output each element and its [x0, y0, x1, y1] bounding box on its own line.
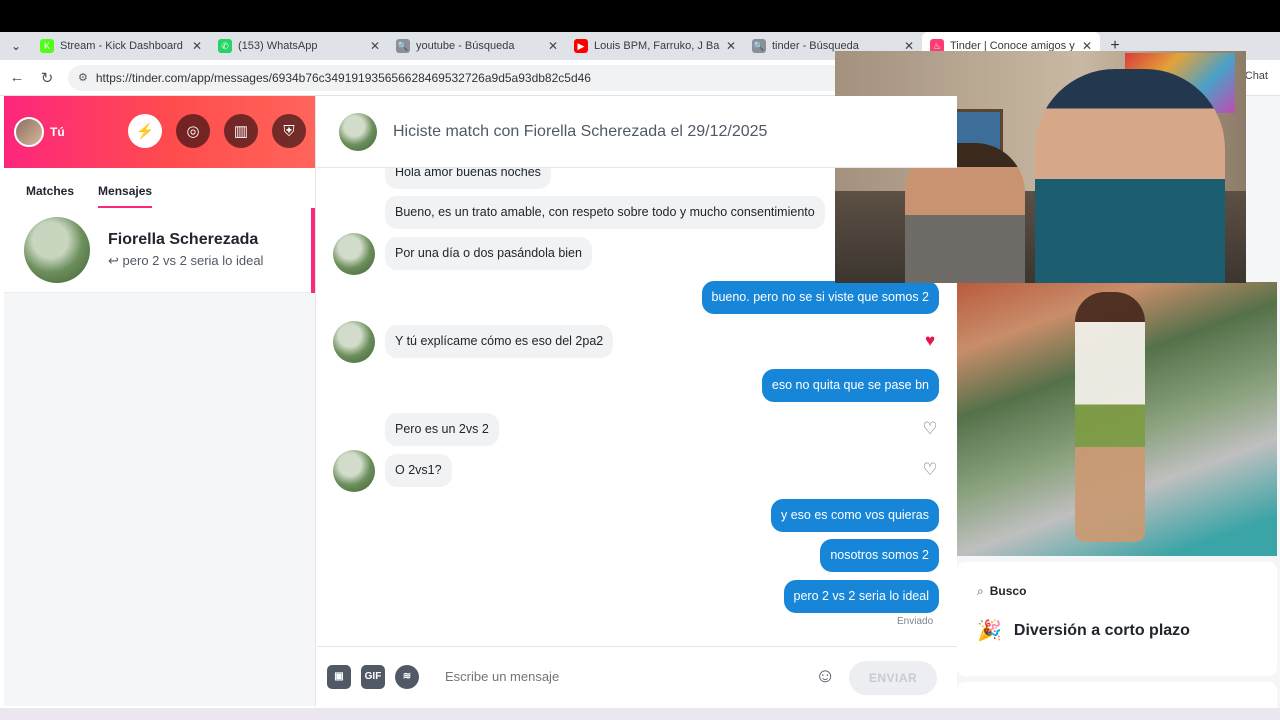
chat-button[interactable]: Chat: [1245, 70, 1268, 82]
active-conversation-indicator: [311, 208, 315, 293]
like-heart-icon[interactable]: ♡: [921, 420, 939, 438]
reload-icon[interactable]: ↻: [34, 69, 60, 87]
tab-favicon-icon: 🔍: [396, 39, 410, 53]
my-name[interactable]: Tú: [50, 125, 65, 139]
sidebar-tabs: Matches Mensajes: [4, 168, 315, 208]
shield-icon[interactable]: ⛨: [272, 114, 306, 148]
webcam-person-right: [1035, 69, 1225, 283]
looking-for-label: ⌕ Busco: [977, 584, 1026, 599]
back-icon[interactable]: ←: [4, 69, 30, 86]
tab-favicon-icon: K: [40, 39, 54, 53]
tab-matches[interactable]: Matches: [26, 184, 74, 208]
looking-for-value-text: Diversión a corto plazo: [1013, 621, 1190, 639]
tab-title: Stream - Kick Dashboard: [60, 40, 183, 52]
outgoing-message[interactable]: pero 2 vs 2 seria lo ideal: [783, 580, 939, 613]
sender-avatar[interactable]: [333, 321, 375, 363]
gif-button[interactable]: GIF: [361, 664, 385, 689]
message-composer: ▣ GIF ≋ ☺ ENVIAR: [317, 646, 957, 706]
sent-status: Enviado: [897, 616, 934, 627]
conversation-avatar: [24, 217, 90, 283]
looking-for-label-text: Busco: [989, 584, 1027, 598]
tab-search-menu-icon[interactable]: ⌄: [0, 32, 32, 60]
browser-tab[interactable]: ✆ (153) WhatsApp ✕: [210, 32, 388, 60]
liked-heart-icon[interactable]: ♥: [921, 332, 939, 350]
sender-avatar[interactable]: [333, 450, 375, 492]
outgoing-message[interactable]: y eso es como vos quieras: [771, 499, 939, 532]
header-icons: ⚡ ◎ ▥ ⛨: [128, 114, 306, 148]
tab-close-icon[interactable]: ✕: [370, 39, 380, 53]
explore-icon[interactable]: ◎: [176, 114, 210, 148]
tab-close-icon[interactable]: ✕: [548, 39, 558, 53]
search-icon: ⌕: [977, 584, 984, 598]
tab-close-icon[interactable]: ✕: [192, 39, 202, 53]
conversation-last-message-text: pero 2 vs 2 seria lo ideal: [122, 253, 264, 268]
browser-tab[interactable]: 🔍 youtube - Búsqueda ✕: [388, 32, 566, 60]
briefcase-icon[interactable]: ▥: [224, 114, 258, 148]
outgoing-message[interactable]: bueno. pero no se si viste que somos 2: [701, 281, 939, 314]
profile-photo[interactable]: [957, 282, 1277, 556]
sender-avatar[interactable]: [333, 233, 375, 275]
like-heart-icon[interactable]: ♡: [921, 461, 939, 479]
incoming-message[interactable]: Bueno, es un trato amable, con respeto s…: [385, 196, 825, 229]
send-button[interactable]: ENVIAR: [849, 661, 937, 695]
conversation-name: Fiorella Scherezada: [108, 231, 259, 248]
url-field[interactable]: ⚙ https://tinder.com/app/messages/6934b7…: [68, 64, 848, 91]
tab-favicon-icon: ✆: [218, 39, 232, 53]
tab-title: youtube - Búsqueda: [416, 40, 515, 52]
my-avatar[interactable]: [14, 117, 44, 147]
looking-for-card: ⌕ Busco 🎉 Diversión a corto plazo: [957, 562, 1277, 676]
tab-title: (153) WhatsApp: [238, 40, 318, 52]
site-info-icon[interactable]: ⚙: [78, 71, 88, 84]
incoming-message[interactable]: Por una día o dos pasándola bien: [385, 237, 592, 270]
browser-tab[interactable]: ▶ Louis BPM, Farruko, J Bal ✕: [566, 32, 744, 60]
party-popper-icon: 🎉: [977, 620, 1002, 642]
contact-card-icon[interactable]: ▣: [327, 664, 351, 689]
sidebar-header: Tú ⚡ ◎ ▥ ⛨: [4, 96, 315, 168]
spotify-icon[interactable]: ≋: [395, 664, 419, 689]
outgoing-message[interactable]: nosotros somos 2: [820, 539, 939, 572]
boost-icon[interactable]: ⚡: [128, 114, 162, 148]
tab-favicon-icon: 🔍: [752, 39, 766, 53]
tab-favicon-icon: ▶: [574, 39, 588, 53]
incoming-message[interactable]: Hola amor buenas noches: [385, 168, 551, 189]
conversation-item[interactable]: Fiorella Scherezada ↩ pero 2 vs 2 seria …: [4, 208, 315, 293]
looking-for-value: 🎉 Diversión a corto plazo: [977, 618, 1190, 643]
match-avatar[interactable]: [339, 112, 377, 151]
emoji-icon[interactable]: ☺: [815, 665, 835, 688]
tab-close-icon[interactable]: ✕: [726, 39, 736, 53]
incoming-message[interactable]: Y tú explícame cómo es eso del 2pa2: [385, 325, 614, 358]
tab-messages[interactable]: Mensajes: [98, 184, 153, 208]
profile-photo-person: [1075, 292, 1145, 542]
outgoing-message[interactable]: eso no quita que se pase bn: [761, 369, 939, 402]
chat-header: Hiciste match con Fiorella Scherezada el…: [317, 96, 957, 168]
taskbar: [0, 708, 1280, 720]
conversation-text: Fiorella Scherezada ↩ pero 2 vs 2 seria …: [108, 231, 263, 269]
message-input[interactable]: [445, 669, 805, 684]
tab-title: Louis BPM, Farruko, J Bal: [594, 40, 720, 52]
incoming-message[interactable]: Pero es un 2vs 2: [385, 413, 499, 446]
incoming-message[interactable]: O 2vs1?: [385, 454, 452, 487]
top-black-bar: [0, 0, 1280, 32]
screen: ⌄ K Stream - Kick Dashboard ✕ ✆ (153) WhatsA…: [0, 0, 1280, 720]
url-text: https://tinder.com/app/messages/6934b76c…: [95, 70, 591, 85]
match-date-text: Hiciste match con Fiorella Scherezada el…: [393, 122, 768, 140]
browser-tab[interactable]: K Stream - Kick Dashboard ✕: [32, 32, 210, 60]
sidebar: Tú ⚡ ◎ ▥ ⛨ Matches Mensajes Fiorella Sch…: [4, 96, 316, 706]
conversation-last-message: ↩ pero 2 vs 2 seria lo ideal: [108, 253, 263, 269]
reply-icon: ↩: [108, 253, 119, 268]
